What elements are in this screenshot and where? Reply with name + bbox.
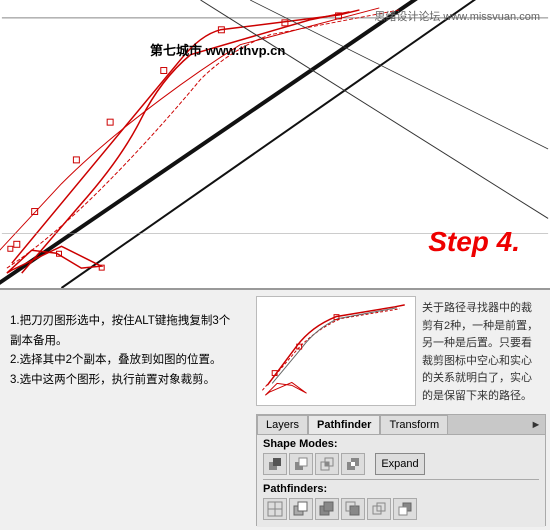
expand-button-label: Expand [381,458,418,470]
step-1: 1.把刀刃图形选中，按住ALT键拖拽复制3个副本备用。 [10,312,240,351]
pathfinder-panel: Layers Pathfinder Transform ► Shape Mode… [256,414,546,526]
chinese-label: 第七城市 www.thvp.cn [150,40,285,59]
panel-menu-arrow[interactable]: ► [527,416,545,434]
desc-text: 关于路径寻找器中的裁剪有2种，一种是前置， 另一种是后置。只要看裁剪图标中空心和… [422,302,538,402]
canvas-area: 思绪设计论坛 www.missvuan.com 第七城市 www.thvp.cn… [0,0,550,290]
tab-transform[interactable]: Transform [380,415,448,434]
watermark: 思绪设计论坛 www.missvuan.com [374,8,540,24]
right-top-area: 关于路径寻找器中的裁剪有2种，一种是前置， 另一种是后置。只要看裁剪图标中空心和… [256,296,546,410]
minus-front-button[interactable] [289,453,313,475]
step-1-text: 1.把刀刃图形选中，按住ALT键拖拽复制3个副本备用。 [10,315,230,347]
tab-pathfinder-label: Pathfinder [317,419,371,431]
pathfinders-label: Pathfinders: [263,483,539,495]
tab-layers[interactable]: Layers [257,415,308,434]
tab-transform-label: Transform [389,419,439,431]
step-2-text: 2.选择其中2个副本，叠放到如图的位置。 [10,354,222,366]
left-panel: 1.把刀刃图形选中，按住ALT键拖拽复制3个副本备用。 2.选择其中2个副本，叠… [0,290,250,530]
description-area [10,298,240,306]
unite-button[interactable] [263,453,287,475]
step-label-text: Step 4. [428,226,520,257]
right-panel: 关于路径寻找器中的裁剪有2种，一种是前置， 另一种是后置。只要看裁剪图标中空心和… [250,290,550,530]
right-description: 关于路径寻找器中的裁剪有2种，一种是前置， 另一种是后置。只要看裁剪图标中空心和… [416,296,546,410]
illustration [256,296,416,406]
divide-button[interactable] [263,498,287,520]
info-section: 1.把刀刃图形选中，按住ALT键拖拽复制3个副本备用。 2.选择其中2个副本，叠… [0,290,550,530]
outline-button[interactable] [367,498,391,520]
step-3-text: 3.选中这两个图形，执行前置对象裁剪。 [10,374,215,386]
intersect-button[interactable] [315,453,339,475]
chinese-label-text: 第七城市 www.thvp.cn [150,43,285,58]
shape-modes-buttons: Expand [263,453,539,475]
shape-modes-label-text: Shape Modes: [263,438,338,450]
expand-button[interactable]: Expand [375,453,425,475]
pathfinders-label-text: Pathfinders: [263,483,327,495]
step-2: 2.选择其中2个副本，叠放到如图的位置。 [10,351,240,371]
watermark-text: 思绪设计论坛 www.missvuan.com [374,11,540,23]
crop-button[interactable] [341,498,365,520]
shape-modes-section: Shape Modes: [257,435,545,527]
exclude-button[interactable] [341,453,365,475]
minus-back-button[interactable] [393,498,417,520]
trim-button[interactable] [289,498,313,520]
pathfinders-buttons [263,498,539,520]
panel-tabs: Layers Pathfinder Transform ► [257,415,545,435]
shape-modes-label: Shape Modes: [263,438,539,450]
tab-pathfinder[interactable]: Pathfinder [308,415,380,434]
step-label: Step 4. [428,226,520,258]
merge-button[interactable] [315,498,339,520]
step-3: 3.选中这两个图形，执行前置对象裁剪。 [10,371,240,391]
tab-layers-label: Layers [266,419,299,431]
